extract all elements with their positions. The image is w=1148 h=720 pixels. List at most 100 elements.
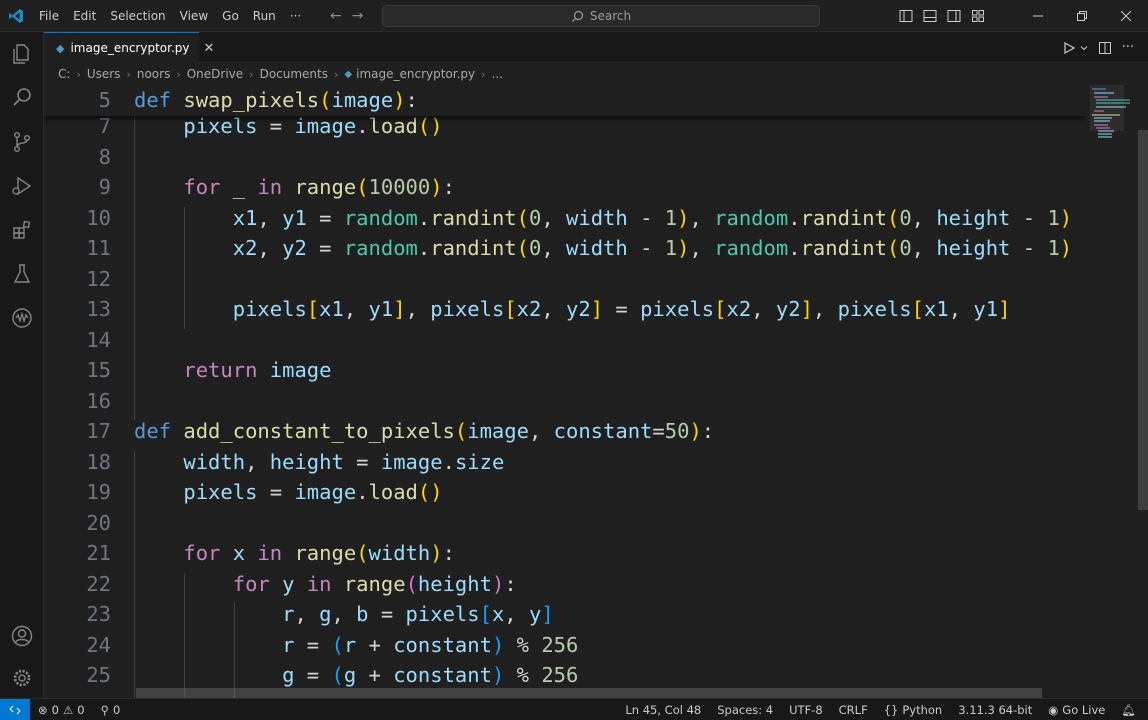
code-token: width bbox=[566, 236, 628, 260]
minimap[interactable] bbox=[1086, 85, 1138, 698]
tab-close-icon[interactable]: ✕ bbox=[204, 41, 215, 56]
horizontal-scrollbar-thumb[interactable] bbox=[136, 688, 1042, 698]
toggle-primary-sidebar-icon[interactable] bbox=[898, 8, 914, 24]
remote-indicator[interactable] bbox=[0, 698, 30, 720]
command-center-search[interactable]: Search bbox=[382, 5, 820, 27]
forward-arrow-icon[interactable]: → bbox=[352, 8, 364, 24]
code-line[interactable]: 25 g = (g + constant) % 256 bbox=[44, 660, 1086, 691]
source-control-icon[interactable] bbox=[0, 120, 44, 164]
go-live-extension-icon[interactable] bbox=[0, 296, 44, 340]
python-interpreter[interactable]: 3.11.3 64-bit bbox=[950, 703, 1040, 717]
menu-item-file[interactable]: File bbox=[32, 0, 66, 32]
menu-item-edit[interactable]: Edit bbox=[66, 0, 103, 32]
code-line[interactable]: 17 def add_constant_to_pixels(image, cons… bbox=[44, 416, 1086, 447]
code-line[interactable]: 9 for _ in range(10000): bbox=[44, 172, 1086, 203]
customize-layout-icon[interactable] bbox=[970, 8, 986, 24]
run-and-debug-icon[interactable] bbox=[0, 164, 44, 208]
menu-item-selection[interactable]: Selection bbox=[103, 0, 172, 32]
toggle-secondary-sidebar-icon[interactable] bbox=[946, 8, 962, 24]
minimize-button[interactable] bbox=[1016, 0, 1060, 32]
code-token: [ bbox=[479, 602, 492, 626]
language-mode[interactable]: {} Python bbox=[876, 703, 951, 717]
code-token: - bbox=[1010, 236, 1048, 260]
code-line[interactable]: 19 pixels = image.load() bbox=[44, 477, 1086, 508]
more-actions-icon[interactable]: ··· bbox=[1122, 40, 1134, 55]
code-token: ( bbox=[331, 632, 344, 657]
menu-item-go[interactable]: Go bbox=[215, 0, 246, 32]
code-token: 1 bbox=[1047, 236, 1060, 260]
breadcrumb-item[interactable]: ... bbox=[492, 67, 503, 81]
toggle-panel-icon[interactable] bbox=[922, 8, 938, 24]
code-token: . bbox=[788, 236, 801, 260]
go-live-button[interactable]: ◉ Go Live bbox=[1040, 703, 1113, 717]
code-line[interactable]: 12 bbox=[44, 264, 1086, 295]
code-line[interactable]: 14 bbox=[44, 325, 1086, 356]
extensions-icon[interactable] bbox=[0, 208, 44, 252]
close-window-button[interactable] bbox=[1104, 0, 1148, 32]
code-token: random bbox=[343, 236, 418, 260]
code-token: g bbox=[319, 602, 332, 626]
code-line[interactable]: 7 pixels = image.load() bbox=[44, 111, 1086, 142]
code-editor[interactable]: 5 def swap_pixels(image): 7 pixels = image… bbox=[44, 85, 1086, 698]
code-text: def add_constant_to_pixels(image, consta… bbox=[134, 416, 714, 447]
notifications-bell[interactable]: 🔔︎ bbox=[1113, 703, 1144, 717]
code-token: [ bbox=[306, 297, 320, 321]
code-token: image bbox=[467, 419, 529, 443]
code-line[interactable]: 15 return image bbox=[44, 355, 1086, 386]
line-number: 13 bbox=[86, 297, 111, 321]
code-line[interactable]: 13 pixels[x1, y1], pixels[x2, y2] = pixe… bbox=[44, 294, 1086, 325]
code-line[interactable]: 24 r = (r + constant) % 256 bbox=[44, 630, 1086, 661]
code-text: for _ in range(10000): bbox=[134, 172, 455, 203]
restore-button[interactable] bbox=[1060, 0, 1104, 32]
code-token: 0 bbox=[899, 236, 912, 260]
code-line[interactable]: 22 for y in range(height): bbox=[44, 569, 1086, 600]
ports-indicator[interactable]: ⚲ 0 bbox=[93, 703, 129, 717]
code-token: = bbox=[368, 602, 406, 626]
code-line[interactable]: 23 r, g, b = pixels[x, y] bbox=[44, 599, 1086, 630]
code-line[interactable]: 10 x1, y1 = random.randint(0, width - 1)… bbox=[44, 203, 1086, 234]
code-token: ) bbox=[677, 236, 690, 260]
sticky-scroll-line[interactable]: 5 def swap_pixels(image): bbox=[44, 85, 1086, 116]
breadcrumb-item[interactable]: Documents bbox=[260, 67, 328, 81]
breadcrumb-item[interactable]: Users bbox=[87, 67, 121, 81]
manage-gear-icon[interactable] bbox=[0, 656, 44, 700]
vertical-scrollbar-thumb[interactable] bbox=[1138, 130, 1148, 510]
code-token: swap_pixels bbox=[183, 88, 320, 112]
editor-actions: ··· bbox=[1062, 32, 1134, 63]
chevron-down-icon[interactable] bbox=[1080, 44, 1088, 52]
menu-item-view[interactable]: View bbox=[173, 0, 215, 32]
back-arrow-icon[interactable]: ← bbox=[330, 8, 342, 24]
indentation[interactable]: Spaces: 4 bbox=[709, 703, 781, 717]
end-of-line[interactable]: CRLF bbox=[831, 703, 876, 717]
code-line[interactable]: 20 bbox=[44, 508, 1086, 539]
code-line[interactable]: 16 bbox=[44, 386, 1086, 417]
line-number: 21 bbox=[86, 541, 111, 565]
explorer-icon[interactable] bbox=[0, 32, 44, 76]
code-token: ] bbox=[590, 297, 604, 321]
split-editor-icon[interactable] bbox=[1098, 41, 1112, 55]
code-token: , bbox=[405, 297, 431, 321]
code-line[interactable]: 21 for x in range(width): bbox=[44, 538, 1086, 569]
menu-item-run[interactable]: Run bbox=[246, 0, 283, 32]
breadcrumb-item[interactable]: OneDrive bbox=[187, 67, 243, 81]
breadcrumb-item[interactable]: image_encryptor.py bbox=[356, 67, 475, 81]
tab-image-encryptor[interactable]: ◆ image_encryptor.py ✕ bbox=[44, 32, 214, 63]
account-icon[interactable] bbox=[0, 614, 44, 658]
run-python-file-icon[interactable] bbox=[1062, 41, 1076, 55]
breadcrumb-item[interactable]: C: bbox=[58, 67, 70, 81]
testing-icon[interactable] bbox=[0, 252, 44, 296]
code-line[interactable]: 11 x2, y2 = random.randint(0, width - 1)… bbox=[44, 233, 1086, 264]
restore-icon bbox=[1077, 11, 1087, 21]
file-encoding[interactable]: UTF-8 bbox=[781, 703, 831, 717]
problems-indicator[interactable]: ⊗ 0 ⚠ 0 bbox=[30, 703, 93, 717]
cursor-position[interactable]: Ln 45, Col 48 bbox=[617, 703, 709, 717]
code-line[interactable]: 18 width, height = image.size bbox=[44, 447, 1086, 478]
code-token: random bbox=[714, 205, 789, 230]
breadcrumb-item[interactable]: noors bbox=[137, 67, 170, 81]
braces-icon: {} bbox=[883, 703, 899, 717]
code-line[interactable]: 8 bbox=[44, 142, 1086, 173]
menu-item-more[interactable]: ··· bbox=[283, 0, 308, 32]
search-view-icon[interactable] bbox=[0, 76, 44, 120]
